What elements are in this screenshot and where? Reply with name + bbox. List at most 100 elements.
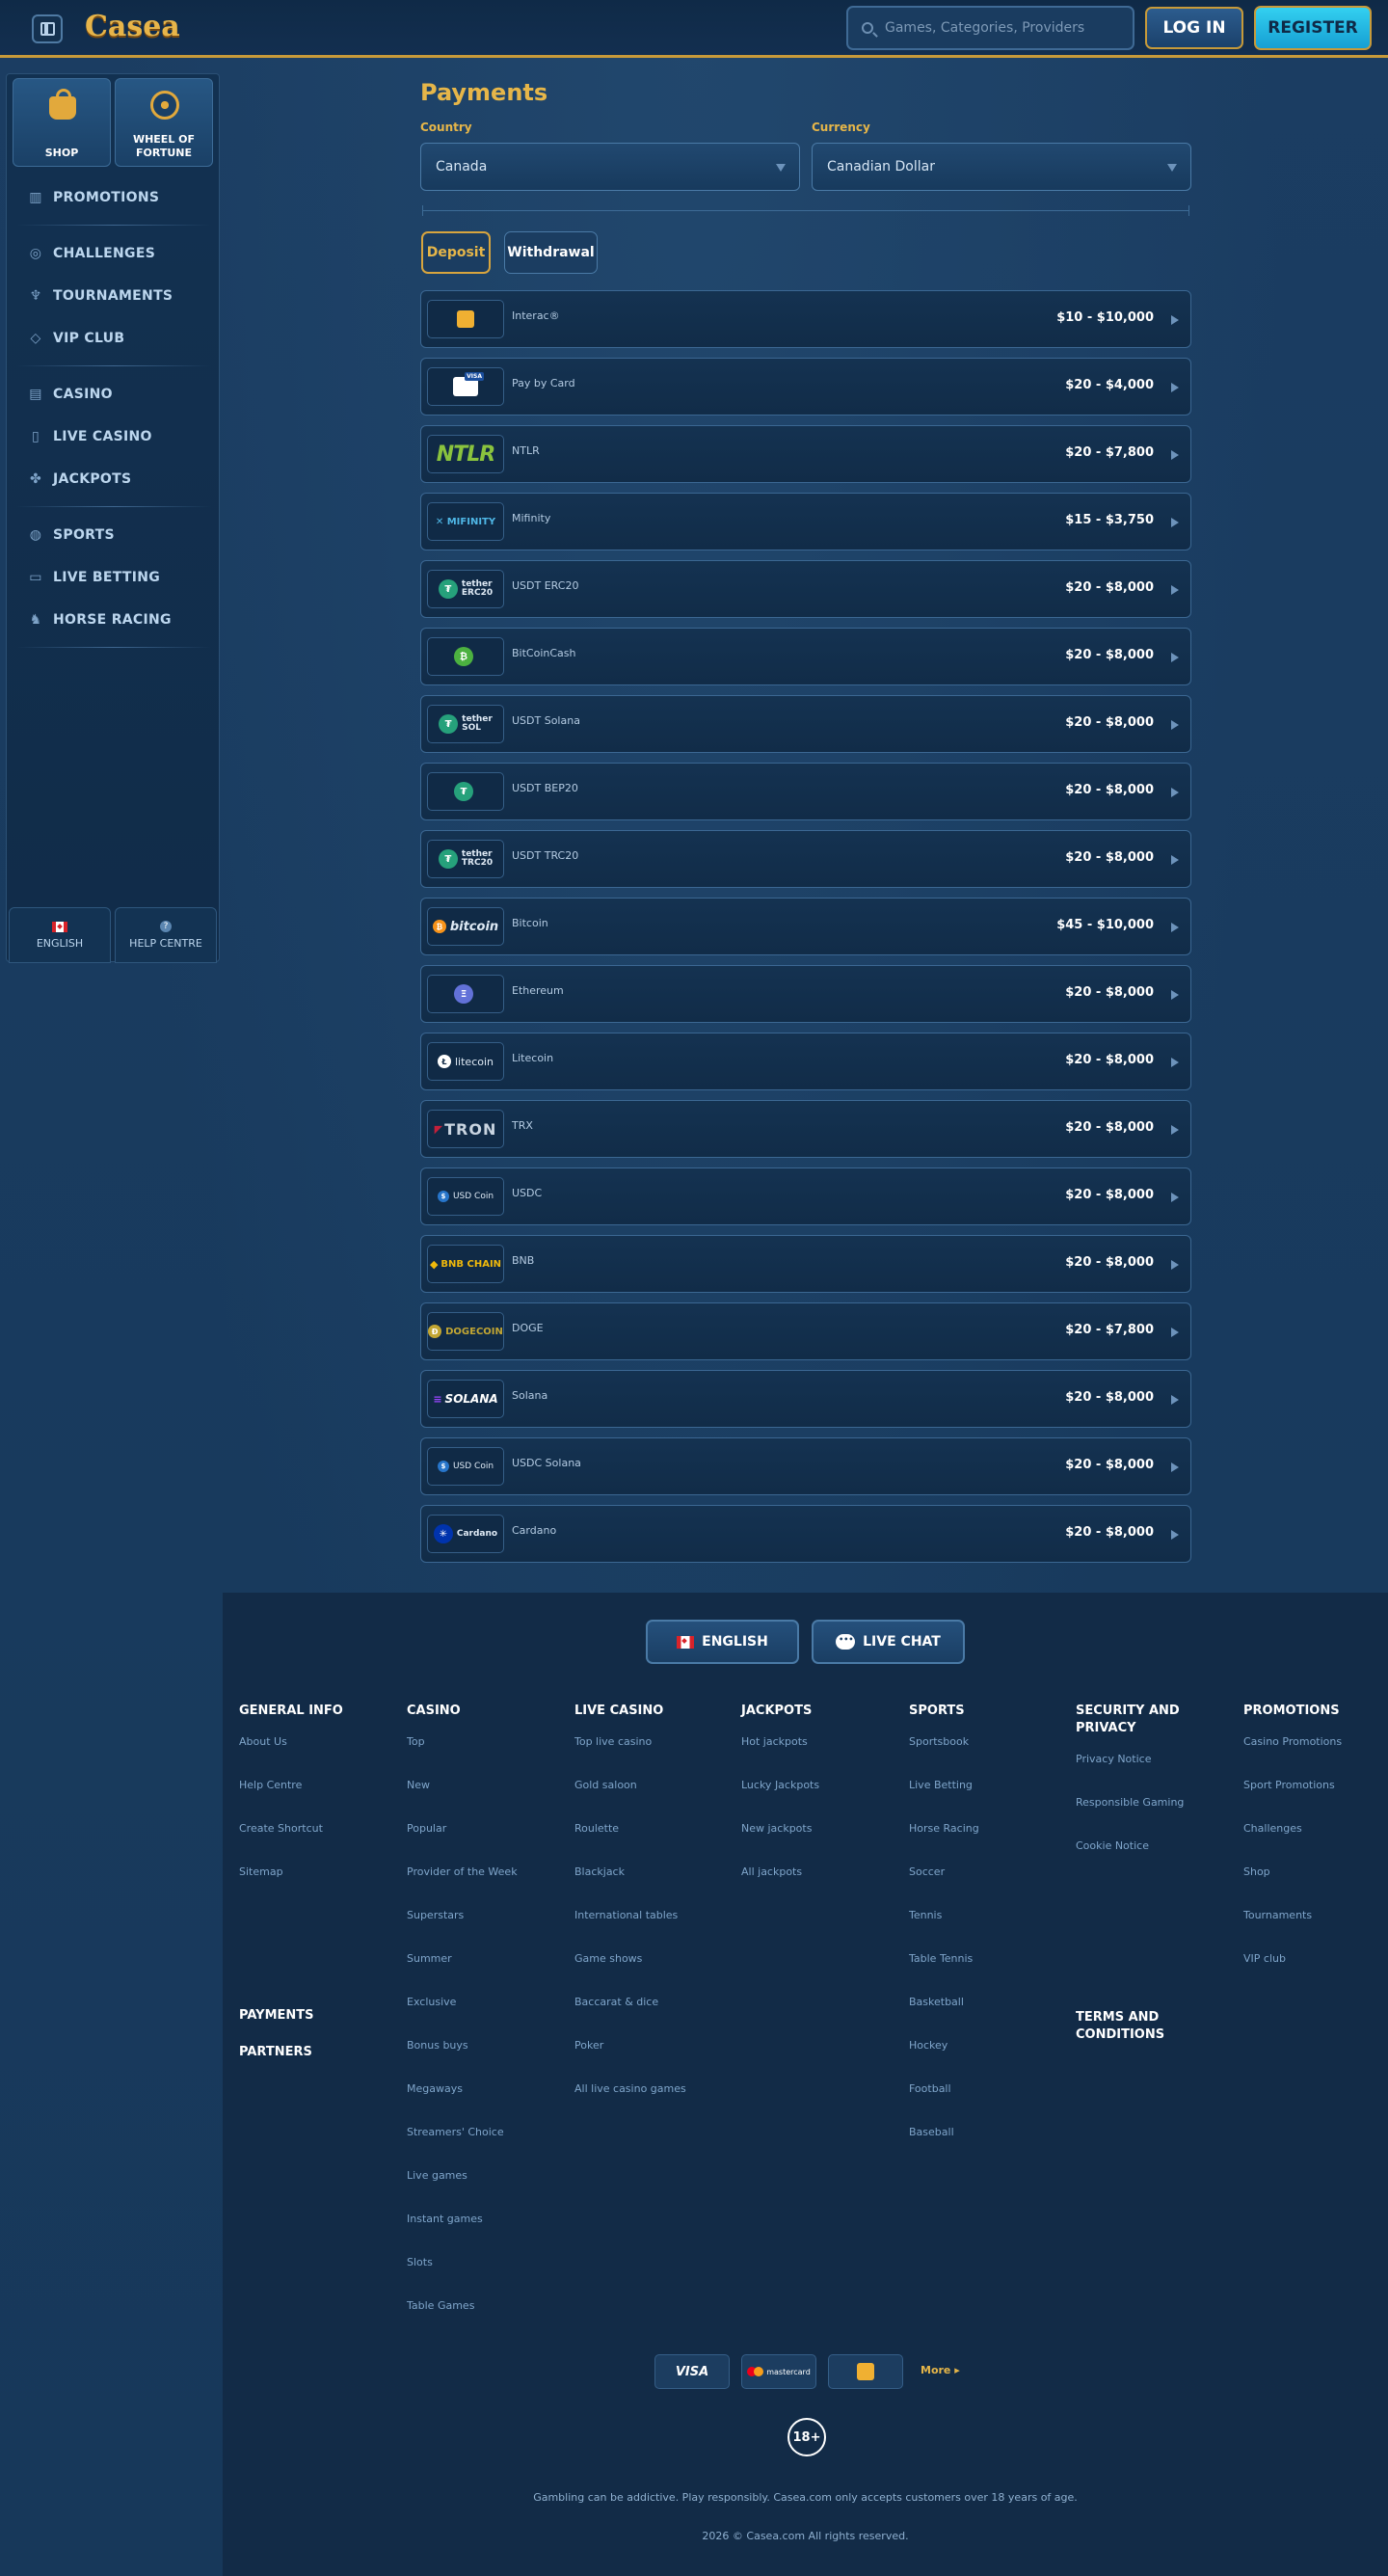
- footer-link[interactable]: Megaways: [407, 2082, 561, 2126]
- footer-link[interactable]: Exclusive: [407, 1996, 561, 2039]
- footer-link[interactable]: Live Betting: [909, 1779, 1063, 1822]
- payment-method-row[interactable]: ✕ MIFINITY Mifinity $15 - $3,750: [420, 493, 1191, 550]
- footer-link[interactable]: Soccer: [909, 1865, 1063, 1909]
- sidebar-item-promotions[interactable]: ▥ PROMOTIONS: [7, 176, 221, 219]
- footer-language-button[interactable]: ENGLISH: [646, 1620, 799, 1664]
- footer-link[interactable]: New: [407, 1779, 561, 1822]
- currency-select[interactable]: Canadian Dollar: [812, 143, 1191, 191]
- wheel-of-fortune-tile[interactable]: WHEEL OF FORTUNE: [115, 78, 213, 167]
- footer-link[interactable]: Cookie Notice: [1076, 1839, 1191, 1883]
- login-button[interactable]: LOG IN: [1145, 7, 1243, 49]
- footer-link[interactable]: Provider of the Week: [407, 1865, 561, 1909]
- language-button[interactable]: ENGLISH: [9, 907, 111, 963]
- footer-link[interactable]: Table Games: [407, 2299, 561, 2343]
- footer-link[interactable]: VIP club: [1243, 1952, 1388, 1996]
- footer-link[interactable]: Casino Promotions: [1243, 1735, 1388, 1779]
- sidebar-item-challenges[interactable]: ◎ CHALLENGES: [7, 232, 221, 275]
- footer-link[interactable]: Horse Racing: [909, 1822, 1063, 1865]
- footer-link[interactable]: Roulette: [574, 1822, 729, 1865]
- footer-link[interactable]: All jackpots: [741, 1865, 895, 1909]
- footer-partners-link[interactable]: PARTNERS: [239, 2044, 312, 2061]
- payment-method-row[interactable]: NTLR NTLR $20 - $7,800: [420, 425, 1191, 483]
- footer-link[interactable]: Shop: [1243, 1865, 1388, 1909]
- payment-method-row[interactable]: ₮ USDT BEP20 $20 - $8,000: [420, 763, 1191, 820]
- footer-link[interactable]: Top live casino: [574, 1735, 729, 1779]
- payment-method-row[interactable]: ✳ Cardano Cardano $20 - $8,000: [420, 1505, 1191, 1563]
- footer-link[interactable]: Popular: [407, 1822, 561, 1865]
- footer-link[interactable]: Streamers' Choice: [407, 2126, 561, 2169]
- payment-method-row[interactable]: ₮ tether ERC20 USDT ERC20 $20 - $8,000: [420, 560, 1191, 618]
- footer-link[interactable]: International tables: [574, 1909, 729, 1952]
- footer-link[interactable]: Top: [407, 1735, 561, 1779]
- payment-method-row[interactable]: ◤ TRON TRX $20 - $8,000: [420, 1100, 1191, 1158]
- footer-payments-link[interactable]: PAYMENTS: [239, 2007, 314, 2025]
- payment-method-row[interactable]: $ USD Coin USDC $20 - $8,000: [420, 1167, 1191, 1225]
- more-payments-link[interactable]: More ▸: [921, 2364, 960, 2376]
- footer-link[interactable]: Summer: [407, 1952, 561, 1996]
- footer-link[interactable]: Hot jackpots: [741, 1735, 895, 1779]
- footer-link[interactable]: Blackjack: [574, 1865, 729, 1909]
- payment-method-row[interactable]: Łlitecoin Litecoin $20 - $8,000: [420, 1033, 1191, 1090]
- chevron-right-icon: [1171, 1462, 1179, 1472]
- footer-terms-link[interactable]: TERMS AND CONDITIONS: [1076, 2009, 1191, 2044]
- payment-method-row[interactable]: Ξ Ethereum $20 - $8,000: [420, 965, 1191, 1023]
- footer-link[interactable]: New jackpots: [741, 1822, 895, 1865]
- footer-link[interactable]: Football: [909, 2082, 1063, 2126]
- sidebar-item-horse-racing[interactable]: ♞ HORSE RACING: [7, 599, 221, 641]
- footer-link[interactable]: Sitemap: [239, 1865, 393, 1909]
- register-button[interactable]: REGISTER: [1254, 6, 1372, 50]
- footer-link[interactable]: Instant games: [407, 2213, 561, 2256]
- sidebar-item-sports[interactable]: ◍ SPORTS: [7, 514, 221, 556]
- payment-method-row[interactable]: Interac® $10 - $10,000: [420, 290, 1191, 348]
- sidebar-item-tournaments[interactable]: ♆ TOURNAMENTS: [7, 275, 221, 317]
- tab-deposit[interactable]: Deposit: [421, 231, 491, 274]
- payment-method-row[interactable]: ₿ BitCoinCash $20 - $8,000: [420, 628, 1191, 685]
- footer-link[interactable]: Privacy Notice: [1076, 1753, 1191, 1796]
- payment-method-row[interactable]: ≡ SOLANA Solana $20 - $8,000: [420, 1370, 1191, 1428]
- payment-method-range: $20 - $8,000: [1065, 1390, 1154, 1405]
- casea-logo[interactable]: Casea: [85, 10, 180, 43]
- footer-link[interactable]: Tournaments: [1243, 1909, 1388, 1952]
- footer-link[interactable]: Tennis: [909, 1909, 1063, 1952]
- live-chat-button[interactable]: LIVE CHAT: [812, 1620, 965, 1664]
- footer-link[interactable]: About Us: [239, 1735, 393, 1779]
- footer-link[interactable]: Create Shortcut: [239, 1822, 393, 1865]
- payment-method-row[interactable]: Ð DOGECOIN DOGE $20 - $7,800: [420, 1302, 1191, 1360]
- footer-link[interactable]: Baseball: [909, 2126, 1063, 2169]
- payment-method-row[interactable]: Pay by Card $20 - $4,000: [420, 358, 1191, 416]
- shop-tile[interactable]: SHOP: [13, 78, 111, 167]
- footer-link[interactable]: Slots: [407, 2256, 561, 2299]
- sidebar-item-live-casino[interactable]: ▯ LIVE CASINO: [7, 416, 221, 458]
- footer-link[interactable]: Hockey: [909, 2039, 1063, 2082]
- footer-link[interactable]: Lucky Jackpots: [741, 1779, 895, 1822]
- sidebar-item-live-betting[interactable]: ▭ LIVE BETTING: [7, 556, 221, 599]
- payment-method-row[interactable]: $ USD Coin USDC Solana $20 - $8,000: [420, 1437, 1191, 1495]
- sidebar-item-jackpots[interactable]: ✤ JACKPOTS: [7, 458, 221, 500]
- country-select[interactable]: Canada: [420, 143, 800, 191]
- payment-method-row[interactable]: ₮ tether TRC20 USDT TRC20 $20 - $8,000: [420, 830, 1191, 888]
- footer-link[interactable]: Table Tennis: [909, 1952, 1063, 1996]
- footer-link[interactable]: Help Centre: [239, 1779, 393, 1822]
- sidebar-toggle-icon[interactable]: [32, 14, 63, 43]
- footer-link[interactable]: Bonus buys: [407, 2039, 561, 2082]
- footer-link[interactable]: Sport Promotions: [1243, 1779, 1388, 1822]
- sidebar-item-vip-club[interactable]: ◇ VIP CLUB: [7, 317, 221, 360]
- footer-link[interactable]: Challenges: [1243, 1822, 1388, 1865]
- footer-link[interactable]: Live games: [407, 2169, 561, 2213]
- footer-link[interactable]: Superstars: [407, 1909, 561, 1952]
- tab-withdrawal[interactable]: Withdrawal: [504, 231, 598, 274]
- footer-link[interactable]: Baccarat & dice: [574, 1996, 729, 2039]
- payment-method-row[interactable]: ₮ tether SOL USDT Solana $20 - $8,000: [420, 695, 1191, 753]
- footer-link[interactable]: Sportsbook: [909, 1735, 1063, 1779]
- search-input[interactable]: Games, Categories, Providers: [846, 6, 1134, 50]
- payment-method-row[interactable]: ◆ BNB CHAIN BNB $20 - $8,000: [420, 1235, 1191, 1293]
- sidebar-item-casino[interactable]: ▤ CASINO: [7, 373, 221, 416]
- footer-link[interactable]: Gold saloon: [574, 1779, 729, 1822]
- footer-link[interactable]: Poker: [574, 2039, 729, 2082]
- help-centre-button[interactable]: ? HELP CENTRE: [115, 907, 217, 963]
- footer-link[interactable]: Basketball: [909, 1996, 1063, 2039]
- footer-link[interactable]: Responsible Gaming: [1076, 1796, 1191, 1839]
- footer-link[interactable]: Game shows: [574, 1952, 729, 1996]
- footer-link[interactable]: All live casino games: [574, 2082, 729, 2126]
- payment-method-row[interactable]: ₿ bitcoin Bitcoin $45 - $10,000: [420, 898, 1191, 955]
